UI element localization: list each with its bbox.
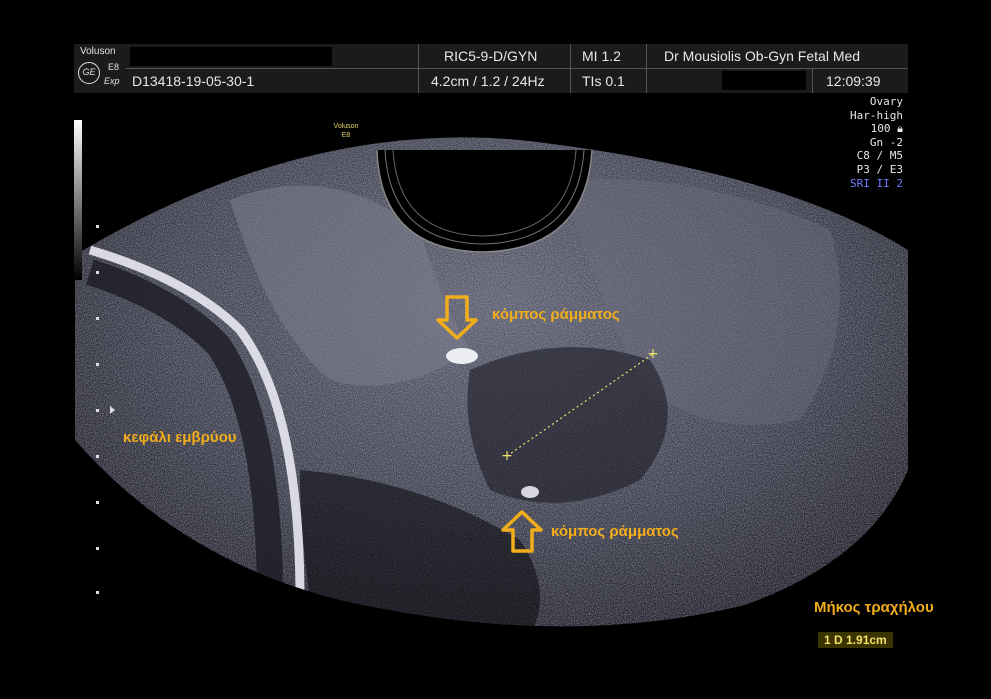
mode-tag: Exp [104,76,120,86]
param-c-m: C8 / M5 [856,149,903,163]
annotation-knot-top: κόμπος ράμματος [492,306,620,323]
voluson-watermark: Voluson E8 [333,123,359,139]
mi-value: MI 1.2 [582,48,621,64]
annotation-fetal-head: κεφάλι εμβρύου [123,429,237,446]
probe-label: RIC5-9-D/GYN [444,48,538,64]
depth-frequency: 4.2cm / 1.2 / 24Hz [431,73,545,89]
depth-tick [96,225,99,228]
ultrasound-screen: + + Voluson GE E8 Exp D13418-19-05-30-1 … [0,0,991,699]
logo: Voluson GE E8 Exp [74,44,126,93]
param-gain: Gn -2 [869,135,903,149]
param-power: 100 🔒︎ [870,122,903,136]
param-harmonic: Har-high [850,108,903,122]
exam-id: D13418-19-05-30-1 [132,73,255,89]
tis-value: TIs 0.1 [582,73,625,89]
depth-tick [96,501,99,504]
depth-tick [96,271,99,274]
ge-logo-icon: GE [78,62,100,84]
header-bar: Voluson GE E8 Exp D13418-19-05-30-1 RIC5… [74,44,908,93]
redacted-patient-name [130,47,332,66]
svg-text:+: + [501,448,513,464]
depth-tick [96,455,99,458]
param-p-e: P3 / E3 [856,162,903,176]
grayscale-bar [74,120,82,280]
depth-tick [96,547,99,550]
brand-label: Voluson [80,46,116,57]
depth-tick [96,363,99,366]
depth-tick [96,317,99,320]
depth-tick [96,591,99,594]
parameter-panel: Ovary Har-high 100 🔒︎ Gn -2 C8 / M5 P3 /… [850,95,903,190]
lock-icon: 🔒︎ [897,122,903,136]
ultrasound-image: + + [75,137,908,627]
institution: Dr Mousiolis Ob-Gyn Fetal Med [664,48,861,64]
measurement-title: Μήκος τραχήλου [814,599,934,616]
annotation-knot-bottom: κόμπος ράμματος [551,523,679,540]
model-label: E8 [108,62,120,72]
svg-text:+: + [647,346,659,362]
depth-tick [96,409,99,412]
param-sri: SRI II 2 [850,176,903,190]
param-preset: Ovary [869,95,903,108]
redacted-field [722,71,806,90]
clock-time: 12:09:39 [826,73,881,89]
focus-marker-icon [110,406,115,414]
measurement-value: 1 D 1.91cm [818,632,893,648]
